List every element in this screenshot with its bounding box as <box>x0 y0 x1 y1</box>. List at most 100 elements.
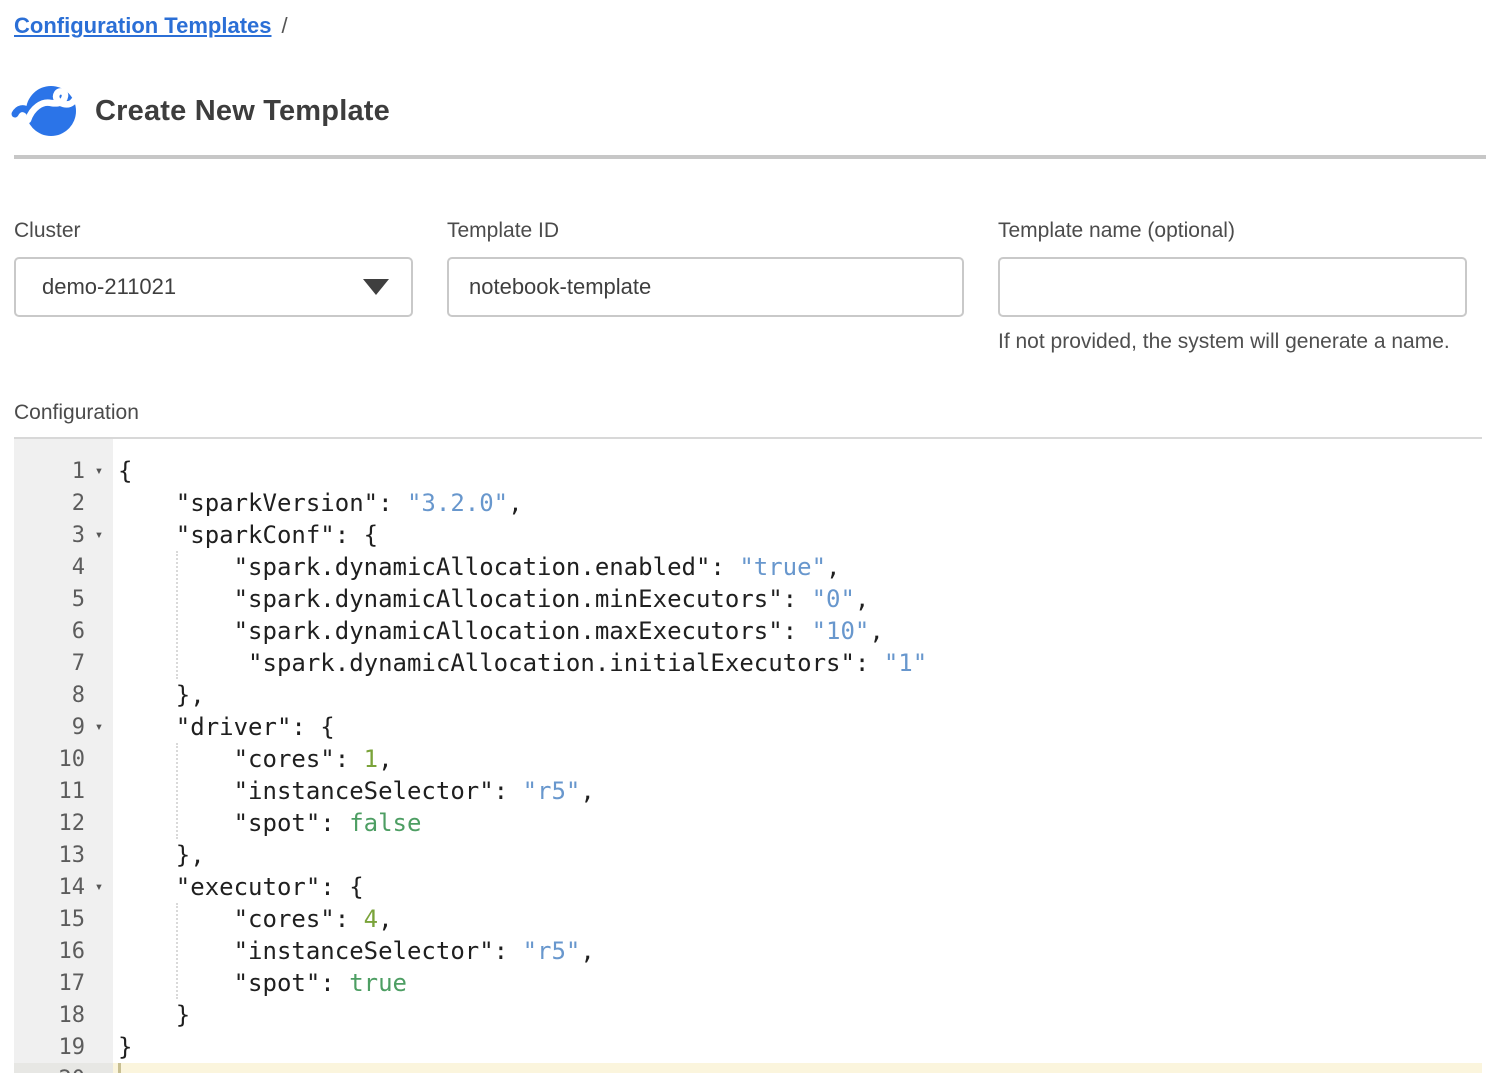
line-number-text: 8 <box>14 683 85 708</box>
line-number-text: 3 <box>14 523 85 548</box>
gutter-line-number: 10 <box>14 743 113 775</box>
line-number-text: 2 <box>14 491 85 516</box>
configuration-label: Configuration <box>14 401 139 425</box>
code-token: }, <box>118 841 205 869</box>
line-number-text: 5 <box>14 587 85 612</box>
code-token: } <box>118 1001 190 1029</box>
code-line[interactable]: } <box>113 999 1482 1031</box>
line-number-text: 19 <box>14 1035 85 1060</box>
gutter-line-number: 16 <box>14 935 113 967</box>
code-token: "cores": <box>118 745 364 773</box>
code-token: "true" <box>739 553 826 581</box>
fold-arrow-icon[interactable]: ▾ <box>85 527 113 543</box>
line-number-text: 18 <box>14 1003 85 1028</box>
gutter-line-number: 1▾ <box>14 455 113 487</box>
code-line[interactable]: "cores": 4, <box>113 903 1482 935</box>
code-token: { <box>118 457 132 485</box>
code-line[interactable]: "instanceSelector": "r5", <box>113 935 1482 967</box>
gutter-line-number: 5 <box>14 583 113 615</box>
code-token: , <box>378 745 392 773</box>
fold-arrow-icon[interactable]: ▾ <box>85 879 113 895</box>
code-line[interactable]: "spark.dynamicAllocation.maxExecutors": … <box>113 615 1482 647</box>
editor-code-area[interactable]: { "sparkVersion": "3.2.0", "sparkConf": … <box>113 439 1482 1073</box>
line-number-text: 6 <box>14 619 85 644</box>
text-cursor <box>118 1063 121 1073</box>
line-number-text: 10 <box>14 747 85 772</box>
code-line[interactable]: { <box>113 455 1482 487</box>
code-line[interactable]: "driver": { <box>113 711 1482 743</box>
code-line[interactable]: "spark.dynamicAllocation.enabled": "true… <box>113 551 1482 583</box>
code-line[interactable]: "instanceSelector": "r5", <box>113 775 1482 807</box>
dropdown-caret-icon <box>363 279 389 295</box>
cluster-select[interactable]: demo-211021 <box>14 257 413 317</box>
code-line[interactable]: } <box>113 1031 1482 1063</box>
code-token: , <box>378 905 392 933</box>
page-header: Create New Template <box>12 82 390 140</box>
code-token: "r5" <box>523 777 581 805</box>
code-token: "r5" <box>523 937 581 965</box>
line-number-text: 17 <box>14 971 85 996</box>
code-line[interactable]: "sparkVersion": "3.2.0", <box>113 487 1482 519</box>
code-token: "sparkConf": { <box>118 521 378 549</box>
code-line[interactable]: "spark.dynamicAllocation.minExecutors": … <box>113 583 1482 615</box>
code-line[interactable] <box>113 1063 1482 1073</box>
gutter-line-number: 3▾ <box>14 519 113 551</box>
code-token: "spark.dynamicAllocation.enabled": <box>118 553 739 581</box>
code-token: "instanceSelector": <box>118 777 523 805</box>
code-token: , <box>580 777 594 805</box>
gutter-line-number: 20 <box>14 1063 113 1073</box>
breadcrumb-link-configuration-templates[interactable]: Configuration Templates <box>14 13 272 39</box>
gutter-line-number: 19 <box>14 1031 113 1063</box>
cluster-select-value: demo-211021 <box>42 274 176 300</box>
code-token: "1" <box>884 649 927 677</box>
gutter-line-number: 7 <box>14 647 113 679</box>
line-number-text: 7 <box>14 651 85 676</box>
line-number-text: 13 <box>14 843 85 868</box>
fold-arrow-icon[interactable]: ▾ <box>85 463 113 479</box>
code-token: false <box>349 809 421 837</box>
cluster-label: Cluster <box>14 219 413 243</box>
indent-guide <box>176 743 178 839</box>
template-id-input[interactable] <box>447 257 964 317</box>
wave-logo-icon <box>12 82 78 140</box>
template-id-label: Template ID <box>447 219 964 243</box>
template-name-helper-text: If not provided, the system will generat… <box>998 330 1450 354</box>
code-token: "cores": <box>118 905 364 933</box>
template-name-field: Template name (optional) <box>998 219 1467 317</box>
line-number-text: 15 <box>14 907 85 932</box>
code-token: } <box>118 1033 132 1061</box>
gutter-line-number: 4 <box>14 551 113 583</box>
code-token: "instanceSelector": <box>118 937 523 965</box>
code-token: "3.2.0" <box>407 489 508 517</box>
template-name-label: Template name (optional) <box>998 219 1467 243</box>
code-line[interactable]: "spot": true <box>113 967 1482 999</box>
code-line[interactable]: }, <box>113 839 1482 871</box>
gutter-line-number: 2 <box>14 487 113 519</box>
code-line[interactable]: "spot": false <box>113 807 1482 839</box>
code-line[interactable]: "executor": { <box>113 871 1482 903</box>
configuration-code-editor[interactable]: 1▾23▾456789▾1011121314▾151617181920 { "s… <box>14 437 1482 1073</box>
code-token: "driver": { <box>118 713 335 741</box>
indent-guide <box>176 903 178 999</box>
gutter-line-number: 13 <box>14 839 113 871</box>
code-line[interactable]: }, <box>113 679 1482 711</box>
code-token: , <box>855 585 869 613</box>
template-id-field: Template ID <box>447 219 964 317</box>
gutter-line-number: 9▾ <box>14 711 113 743</box>
code-line[interactable]: "cores": 1, <box>113 743 1482 775</box>
code-token: , <box>580 937 594 965</box>
code-token: "spark.dynamicAllocation.maxExecutors": <box>118 617 812 645</box>
line-number-text: 16 <box>14 939 85 964</box>
line-number-text: 20 <box>14 1067 85 1073</box>
page-title: Create New Template <box>95 95 390 128</box>
code-line[interactable]: "sparkConf": { <box>113 519 1482 551</box>
gutter-line-number: 14▾ <box>14 871 113 903</box>
header-divider <box>14 155 1486 159</box>
code-line[interactable]: "spark.dynamicAllocation.initialExecutor… <box>113 647 1482 679</box>
code-token: 1 <box>364 745 378 773</box>
fold-arrow-icon[interactable]: ▾ <box>85 719 113 735</box>
template-name-input[interactable] <box>998 257 1467 317</box>
gutter-line-number: 8 <box>14 679 113 711</box>
indent-guide <box>176 551 178 679</box>
code-token: "sparkVersion": <box>118 489 407 517</box>
